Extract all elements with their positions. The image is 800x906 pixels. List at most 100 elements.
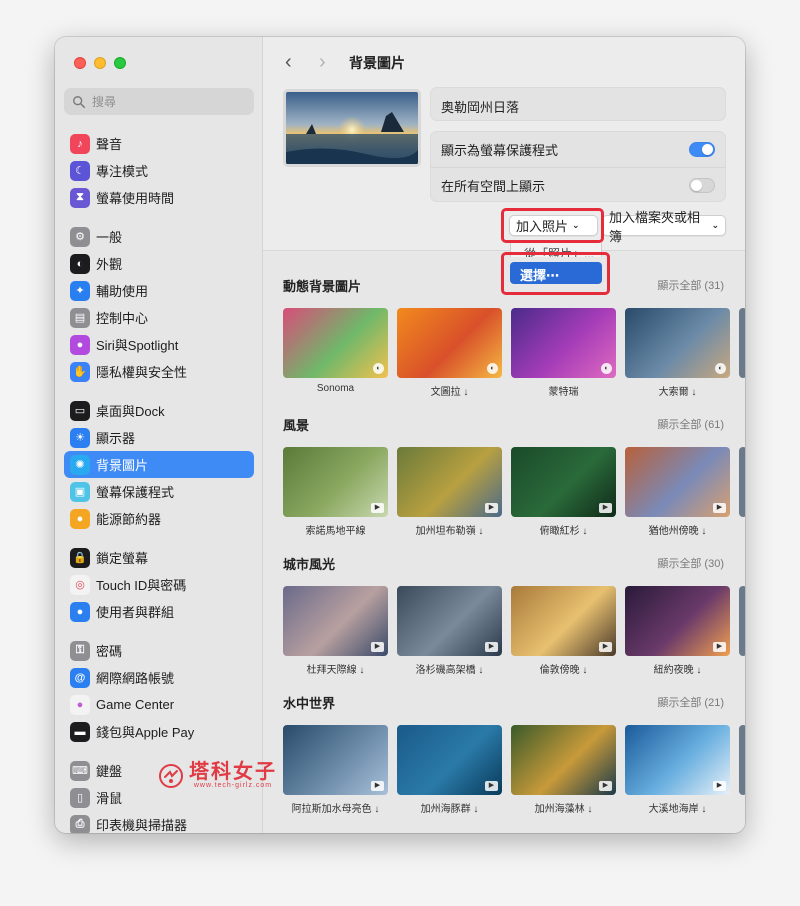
wallpaper-caption: 杜拜天際線 ↓: [306, 665, 365, 676]
show-all-button[interactable]: 顯示全部 (61): [657, 416, 724, 432]
search-icon: [73, 95, 86, 108]
wallpaper-thumbnail[interactable]: ▶ 加州海藻林 ↓: [511, 725, 616, 815]
sidebar-item-siri[interactable]: ● Siri與Spotlight: [64, 331, 254, 358]
sidebar-item-label: 隱私權與安全性: [96, 365, 188, 380]
sidebar-item-label: 聲音: [96, 137, 123, 152]
search-field[interactable]: [64, 88, 254, 115]
close-window-button[interactable]: [74, 57, 86, 69]
sidebar-item-label: 桌面與Dock: [96, 404, 165, 419]
sidebar-item-dock[interactable]: ▭ 桌面與Dock: [64, 397, 254, 424]
sidebar-item-gear[interactable]: ⚙ 一般: [64, 223, 254, 250]
sidebar-group: ⚿ 密碼 @ 網際網路帳號 ● Game Center ▬ 錢包與Apple Pay: [64, 637, 254, 745]
wallpaper-thumbnail[interactable]: ◐ 蒙特瑞: [511, 308, 616, 398]
dynamic-icon: ◐: [487, 363, 498, 374]
sidebar-item-speaker[interactable]: ♪ 聲音: [64, 130, 254, 157]
thumbnail-row: ◐ Sonoma ◐ 文圖拉 ↓ ◐ 蒙特瑞 ◐ 大索爾 ↓: [283, 308, 745, 398]
sidebar-item-label: 背景圖片: [96, 458, 149, 473]
chevron-left-icon[interactable]: ‹: [285, 52, 292, 72]
wallpaper-caption: Sonoma: [316, 383, 355, 394]
sidebar-item-game-center[interactable]: ● Game Center: [64, 691, 254, 718]
game-center-icon: ●: [70, 694, 90, 715]
wallpaper-thumbnail[interactable]: ▶ 俯瞰紅杉 ↓: [511, 447, 616, 537]
wallpaper-caption: 蒙特瑞: [548, 387, 579, 398]
wallpaper-thumbnail[interactable]: ▶ 加州坦布勒嶺 ↓: [397, 447, 502, 537]
sidebar-item-hourglass[interactable]: ⧗ 螢幕使用時間: [64, 184, 254, 211]
wallpaper-caption: 阿拉斯加水母亮色 ↓: [291, 804, 380, 815]
hourglass-icon: ⧗: [70, 187, 90, 208]
minimize-window-button[interactable]: [94, 57, 106, 69]
wallet-icon: ▬: [70, 721, 90, 742]
sidebar-item-printer[interactable]: ⎙ 印表機與掃描器: [64, 811, 254, 833]
wallpaper-thumbnail-partial[interactable]: [739, 586, 745, 676]
sidebar-item-screensaver[interactable]: ▣ 螢幕保護程式: [64, 478, 254, 505]
sidebar-item-sun[interactable]: ☀ 顯示器: [64, 424, 254, 451]
all-spaces-label: 在所有空間上顯示: [441, 178, 546, 194]
wallpaper-thumbnail[interactable]: ▶ 洛杉磯高架橋 ↓: [397, 586, 502, 676]
zoom-window-button[interactable]: [114, 57, 126, 69]
sidebar-item-moon[interactable]: ☾ 專注模式: [64, 157, 254, 184]
sidebar-item-lock[interactable]: 🔒 鎖定螢幕: [64, 544, 254, 571]
screensaver-icon: ▣: [70, 481, 90, 502]
sidebar-item-label: Siri與Spotlight: [96, 338, 179, 353]
sidebar-group: ⚙ 一般 ◐ 外觀 ✦ 輔助使用 ▤ 控制中心 ● Siri與Spotlight ✋ 隱私權與安全性: [64, 223, 254, 385]
wallpaper-thumbnail[interactable]: ▶ 倫敦傍晚 ↓: [511, 586, 616, 676]
all-spaces-row: 在所有空間上顯示: [431, 167, 725, 202]
thumbnail-row: ▶ 索諾馬地平線 ▶ 加州坦布勒嶺 ↓ ▶ 俯瞰紅杉 ↓ ▶ 猶他州傍晚 ↓: [283, 447, 745, 537]
sidebar-item-wallet[interactable]: ▬ 錢包與Apple Pay: [64, 718, 254, 745]
all-spaces-toggle[interactable]: [689, 177, 715, 193]
wallpaper-thumbnail[interactable]: ▶ 猶他州傍晚 ↓: [625, 447, 730, 537]
wallpaper-caption: 加州海豚群 ↓: [420, 804, 479, 815]
wallpaper-caption: 猶他州傍晚 ↓: [648, 526, 707, 537]
wallpaper-thumbnail[interactable]: ▶ 紐約夜晚 ↓: [625, 586, 730, 676]
screensaver-toggle[interactable]: [689, 142, 715, 157]
wallpaper-caption: 倫敦傍晚 ↓: [539, 665, 588, 676]
wallpaper-thumbnail[interactable]: ◐ 大索爾 ↓: [625, 308, 730, 398]
sun-icon: ☀: [70, 427, 90, 448]
wallpaper-thumbnail[interactable]: ◐ 文圖拉 ↓: [397, 308, 502, 398]
wallpaper-caption: 紐約夜晚 ↓: [653, 665, 702, 676]
wallpaper-thumbnail-partial[interactable]: [739, 725, 745, 815]
sidebar-item-wallpaper[interactable]: ✺ 背景圖片: [64, 451, 254, 478]
sidebar-item-users[interactable]: ● 使用者與群組: [64, 598, 254, 625]
wallpaper-thumbnail[interactable]: ▶ 索諾馬地平線: [283, 447, 388, 537]
dynamic-icon: ◐: [601, 363, 612, 374]
wallpaper-thumbnail[interactable]: ▶ 杜拜天際線 ↓: [283, 586, 388, 676]
wallpaper-image: [739, 586, 745, 656]
show-all-button[interactable]: 顯示全部 (21): [657, 694, 724, 710]
screensaver-label: 顯示為螢幕保護程式: [441, 143, 559, 158]
sidebar-item-control-center[interactable]: ▤ 控制中心: [64, 304, 254, 331]
wallpaper-thumbnail-partial[interactable]: [739, 447, 745, 537]
wallpaper-thumbnail[interactable]: ▶ 加州海豚群 ↓: [397, 725, 502, 815]
sidebar-item-bulb[interactable]: ● 能源節約器: [64, 505, 254, 532]
wallpaper-thumbnail[interactable]: ▶ 大溪地海岸 ↓: [625, 725, 730, 815]
moon-icon: ☾: [70, 160, 90, 181]
section-header: 城市風光 顯示全部 (30): [283, 553, 745, 573]
wallpaper-section: 城市風光 顯示全部 (30) ▶ 杜拜天際線 ↓ ▶ 洛杉磯高架橋 ↓ ▶ 倫敦傍晚 ↓ ▶ 紐約…: [283, 553, 745, 676]
chevron-right-icon[interactable]: ›: [319, 52, 326, 72]
wallpaper-image: ▶: [283, 586, 388, 656]
sidebar-item-key[interactable]: ⚿ 密碼: [64, 637, 254, 664]
play-icon: ▶: [599, 781, 612, 791]
thumbnail-row: ▶ 杜拜天際線 ↓ ▶ 洛杉磯高架橋 ↓ ▶ 倫敦傍晚 ↓ ▶ 紐約夜晚 ↓: [283, 586, 745, 676]
add-folder-button[interactable]: 加入檔案夾或相簿 ⌄: [602, 210, 726, 244]
wallpaper-caption: 大索爾 ↓: [658, 387, 697, 398]
sidebar-item-label: Touch ID與密碼: [96, 578, 187, 593]
watermark-logo-icon: [159, 763, 183, 788]
section-title: 動態背景圖片: [283, 278, 362, 294]
show-all-button[interactable]: 顯示全部 (31): [657, 277, 724, 293]
chevron-down-icon: ⌄: [711, 220, 719, 230]
show-all-button[interactable]: 顯示全部 (30): [657, 555, 724, 571]
sidebar-item-at[interactable]: @ 網際網路帳號: [64, 664, 254, 691]
search-input[interactable]: [92, 94, 242, 109]
sidebar-item-appearance[interactable]: ◐ 外觀: [64, 250, 254, 277]
wallpaper-thumbnail[interactable]: ▶ 阿拉斯加水母亮色 ↓: [283, 725, 388, 815]
sidebar-item-fingerprint[interactable]: ◎ Touch ID與密碼: [64, 571, 254, 598]
wallpaper-thumbnail[interactable]: ◐ Sonoma: [283, 308, 388, 398]
wallpaper-thumbnail-partial[interactable]: [739, 308, 745, 398]
bulb-icon: ●: [70, 508, 90, 529]
sidebar-item-accessibility[interactable]: ✦ 輔助使用: [64, 277, 254, 304]
sidebar-item-hand[interactable]: ✋ 隱私權與安全性: [64, 358, 254, 385]
wallpaper-caption: 加州坦布勒嶺 ↓: [415, 526, 484, 537]
main-pane: ‹ › 背景圖片 奧勒岡州日落 顯示為螢幕保護程式 在所有空間上顯示 加入照片 …: [263, 37, 745, 833]
sidebar-item-label: 專注模式: [96, 164, 149, 179]
